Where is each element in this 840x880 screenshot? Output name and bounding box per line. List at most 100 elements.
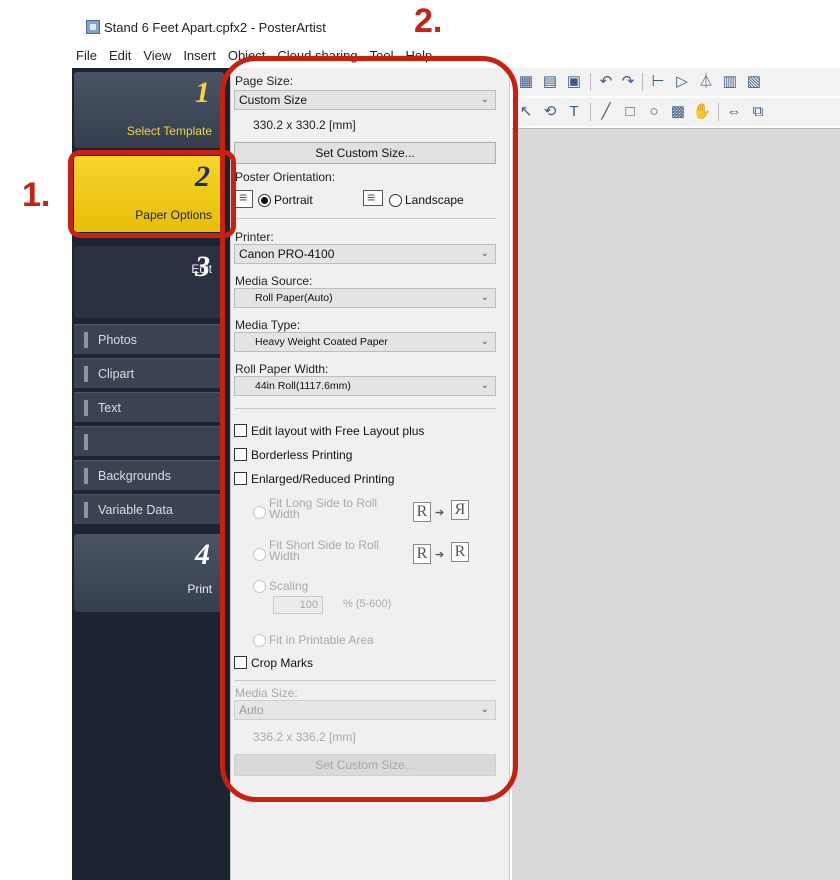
crop-marks-checkbox[interactable]	[234, 656, 247, 669]
app-icon	[86, 20, 100, 34]
divider	[234, 680, 496, 681]
media-size-value: Auto	[239, 703, 264, 717]
align-left-icon[interactable]: ⊢	[648, 72, 668, 92]
media-type-select[interactable]: Heavy Weight Coated Paper ⌄	[234, 332, 496, 352]
page-size-select[interactable]: Custom Size ⌄	[234, 90, 496, 110]
fit-long-label: Fit Long Side to Roll Width	[269, 497, 377, 521]
enlarged-checkbox[interactable]	[234, 472, 247, 485]
page-size-label: Page Size:	[235, 74, 294, 88]
enlarged-label: Enlarged/Reduced Printing	[251, 472, 395, 486]
media-source-select[interactable]: Roll Paper(Auto) ⌄	[234, 288, 496, 308]
printer-label: Printer:	[235, 230, 274, 244]
landscape-radio[interactable]	[389, 194, 402, 207]
menu-file[interactable]: File	[70, 46, 103, 66]
rotate-icon[interactable]: ⟲	[540, 102, 560, 122]
rotated-r-icon: Я	[451, 500, 469, 520]
hand-tool-icon[interactable]: ✋	[692, 102, 712, 122]
borderless-checkbox[interactable]	[234, 448, 247, 461]
redo-icon[interactable]: ↷	[618, 72, 638, 92]
menu-bar: File Edit View Insert Object Cloud shari…	[70, 46, 438, 66]
fit-long-line2: Width	[269, 507, 300, 521]
menu-object[interactable]: Object	[222, 46, 272, 66]
free-layout-checkbox[interactable]	[234, 424, 247, 437]
image-edit-icon[interactable]: ▦	[516, 72, 536, 92]
divider	[234, 408, 496, 409]
roll-r-icon: R	[413, 544, 431, 564]
canvas-area[interactable]	[512, 128, 840, 880]
arrow-right-icon: ➔	[435, 549, 445, 561]
portrait-radio[interactable]	[258, 194, 271, 207]
window-title: Stand 6 Feet Apart.cpfx2 - PosterArtist	[104, 20, 326, 35]
fit-short-line2: Width	[269, 549, 300, 563]
annotation-one: 1.	[22, 176, 51, 214]
text-tool-icon[interactable]: T	[564, 102, 584, 122]
menu-edit[interactable]: Edit	[103, 46, 137, 66]
step-print[interactable]: 4 Print	[74, 534, 224, 612]
arrange-icon[interactable]: ▧	[744, 72, 764, 92]
roll-width-select[interactable]: 44in Roll(1117.6mm) ⌄	[234, 376, 496, 396]
page-size-dimensions: 330.2 x 330.2 [mm]	[253, 118, 356, 132]
scaling-input[interactable]: 100	[273, 596, 323, 614]
fit-printable-radio[interactable]	[253, 634, 266, 647]
fit-width-icon[interactable]: ⇔	[724, 102, 744, 122]
sidebar-item-backgrounds[interactable]: Backgrounds	[74, 460, 224, 490]
divider	[234, 218, 496, 219]
menu-insert[interactable]: Insert	[177, 46, 222, 66]
chevron-down-icon: ⌄	[480, 336, 489, 347]
undo-icon[interactable]: ↶	[596, 72, 616, 92]
media-size-dimensions: 336.2 x 336.2 [mm]	[253, 730, 356, 744]
chevron-down-icon: ⌄	[480, 380, 489, 391]
fit-long-radio[interactable]	[253, 506, 266, 519]
step-edit[interactable]: 3 Edit	[74, 246, 224, 318]
qr-code-icon[interactable]: ▩	[668, 102, 688, 122]
sidebar-item-text[interactable]: Text	[74, 392, 224, 422]
menu-view[interactable]: View	[137, 46, 177, 66]
toolbar-separator	[642, 73, 643, 91]
document-icon[interactable]: ▤	[540, 72, 560, 92]
insert-image-icon[interactable]: ▣	[564, 72, 584, 92]
toolbar-separator	[590, 103, 591, 121]
pointer-icon[interactable]: ↖	[516, 102, 536, 122]
landscape-icon	[363, 189, 383, 206]
zoom-icon[interactable]: ⧉	[748, 102, 768, 122]
media-source-label: Media Source:	[235, 274, 313, 288]
portrait-label: Portrait	[274, 193, 313, 207]
highlight-step-2	[68, 150, 236, 238]
chevron-down-icon: ⌄	[480, 292, 489, 303]
fit-printable-label: Fit in Printable Area	[269, 633, 374, 647]
layer-icon[interactable]: ▥	[720, 72, 740, 92]
set-custom-size-button[interactable]: Set Custom Size...	[234, 142, 496, 164]
landscape-label: Landscape	[405, 193, 464, 207]
menu-help[interactable]: Help	[399, 46, 438, 66]
menu-cloud-sharing[interactable]: Cloud sharing	[271, 46, 363, 66]
annotation-two: 2.	[414, 2, 443, 40]
ellipse-tool-icon[interactable]: ○	[644, 102, 664, 122]
menu-tool[interactable]: Tool	[364, 46, 400, 66]
fit-short-radio[interactable]	[253, 548, 266, 561]
rectangle-tool-icon[interactable]: □	[620, 102, 640, 122]
align-center-icon[interactable]: ▷	[672, 72, 692, 92]
free-layout-label: Edit layout with Free Layout plus	[251, 424, 425, 438]
sidebar-item-variable-data[interactable]: Variable Data	[74, 494, 224, 524]
media-size-label: Media Size:	[235, 686, 298, 700]
step-label: Select Template	[126, 124, 212, 138]
sidebar-item-photos[interactable]: Photos	[74, 324, 224, 354]
step-number: 1	[195, 76, 210, 109]
crop-marks-label: Crop Marks	[251, 656, 314, 670]
drawing-toolbar: ↖ ⟲ T ╱ □ ○ ▩ ✋ ⇔ ⧉	[512, 98, 840, 126]
arrow-right-icon: ➔	[435, 507, 445, 519]
printer-select[interactable]: Canon PRO-4100 ⌄	[234, 244, 496, 264]
sidebar-item-blank[interactable]	[74, 426, 224, 456]
step-label: Print	[187, 582, 212, 596]
media-size-select[interactable]: Auto ⌄	[234, 700, 496, 720]
borderless-label: Borderless Printing	[251, 448, 353, 462]
scaling-radio[interactable]	[253, 580, 266, 593]
chevron-down-icon: ⌄	[480, 94, 489, 105]
step-select-template[interactable]: 1 Select Template	[74, 72, 224, 148]
line-tool-icon[interactable]: ╱	[596, 102, 616, 122]
roll-width-value: 44in Roll(1117.6mm)	[255, 380, 351, 392]
set-custom-size-button-disabled[interactable]: Set Custom Size...	[234, 754, 496, 776]
media-source-value: Roll Paper(Auto)	[255, 292, 333, 304]
flip-icon[interactable]: ⏃	[696, 72, 716, 92]
sidebar-item-clipart[interactable]: Clipart	[74, 358, 224, 388]
